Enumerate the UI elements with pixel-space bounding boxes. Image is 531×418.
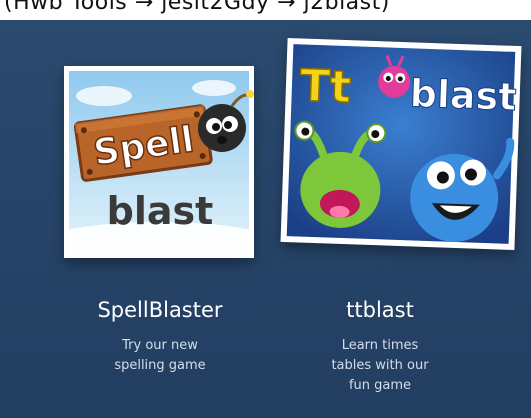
- ttblast-title[interactable]: ttblast: [284, 298, 476, 322]
- tt-logo-text: Tt: [299, 60, 352, 113]
- ttblast-logo-image: Tt blast: [286, 44, 518, 244]
- spellblaster-description: Try our new spelling game: [114, 338, 206, 373]
- bomb-icon: [198, 104, 246, 152]
- ttblast-logo-blast-text: blast: [409, 71, 517, 119]
- blast-logo-text: blast: [107, 189, 214, 233]
- spellblaster-logo-image: Spell blast: [64, 71, 254, 258]
- games-panel: Spell blast SpellBlaster Try our new spe…: [0, 20, 531, 418]
- spellblaster-card[interactable]: Spell blast SpellBlaster Try our new spe…: [60, 60, 260, 400]
- breadcrumb: (Hwb Tools → jesit2Gdy → j2blast): [4, 0, 390, 15]
- spellblaster-thumbnail[interactable]: Spell blast: [64, 66, 254, 258]
- spellblaster-title[interactable]: SpellBlaster: [60, 298, 260, 322]
- ttblast-card[interactable]: Tt blast ttblast Learn times tables with…: [280, 37, 524, 402]
- ttblast-description: Learn times tables with our fun game: [331, 338, 429, 393]
- ttblast-thumbnail[interactable]: Tt blast: [280, 37, 522, 251]
